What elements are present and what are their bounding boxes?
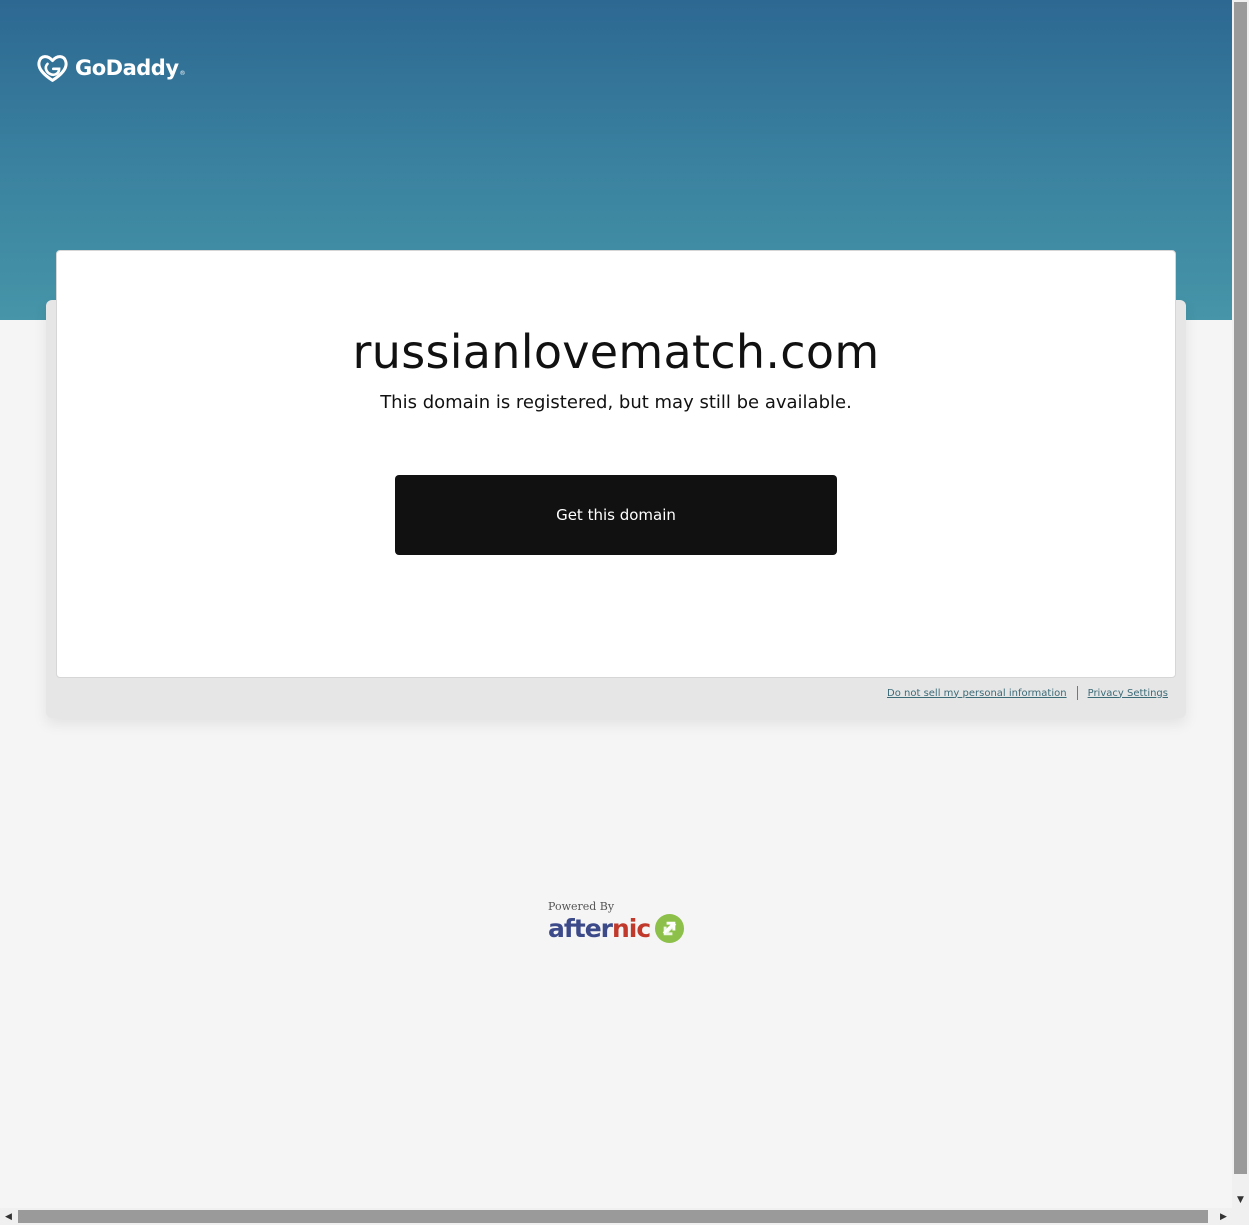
logo-trademark: ®	[179, 69, 186, 77]
scroll-down-arrow-icon[interactable]: ▼	[1232, 1191, 1249, 1208]
scrollbar-corner	[1232, 1208, 1249, 1225]
scroll-right-arrow-icon[interactable]: ▶	[1215, 1208, 1232, 1225]
domain-status-text: This domain is registered, but may still…	[380, 392, 852, 413]
afternic-swirl-icon	[655, 913, 685, 944]
domain-name: russianlovematch.com	[352, 325, 880, 379]
powered-by-afternic[interactable]: Powered By after nic	[548, 900, 698, 944]
powered-by-label: Powered By	[548, 900, 615, 913]
horizontal-scrollbar[interactable]: ◀ ▶	[0, 1208, 1232, 1225]
link-divider	[1076, 686, 1078, 700]
get-this-domain-button[interactable]: Get this domain	[395, 475, 837, 555]
do-not-sell-link[interactable]: Do not sell my personal information	[887, 688, 1067, 699]
privacy-settings-link[interactable]: Privacy Settings	[1088, 688, 1168, 699]
logo-text: GoDaddy	[75, 56, 179, 80]
afternic-after-text: after	[548, 914, 613, 943]
page: GoDaddy ® russianlovematch.com This doma…	[0, 0, 1232, 1208]
vertical-scrollbar[interactable]: ▼	[1232, 0, 1249, 1208]
afternic-nic-text: nic	[611, 914, 651, 943]
domain-card: russianlovematch.com This domain is regi…	[56, 250, 1176, 678]
vertical-scroll-thumb[interactable]	[1234, 2, 1247, 1174]
afternic-logo: after nic	[548, 913, 698, 944]
scroll-left-arrow-icon[interactable]: ◀	[0, 1208, 17, 1225]
horizontal-scroll-thumb[interactable]	[18, 1210, 1208, 1223]
godaddy-logo[interactable]: GoDaddy ®	[36, 52, 186, 84]
godaddy-heart-icon	[37, 55, 68, 82]
footer-links: Do not sell my personal information Priv…	[887, 686, 1168, 700]
